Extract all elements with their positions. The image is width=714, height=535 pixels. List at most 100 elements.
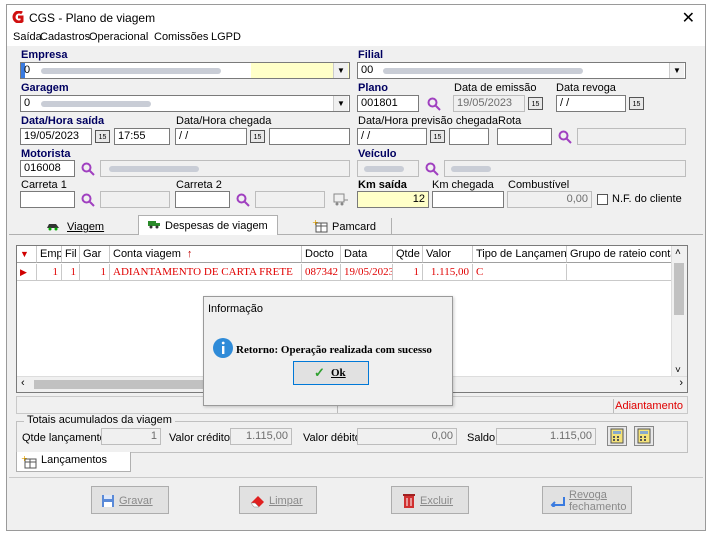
grid-indicator-header[interactable]: ▼ <box>17 246 37 263</box>
calculator-icon[interactable] <box>607 426 627 446</box>
trailer-icon[interactable] <box>333 192 349 206</box>
data-chegada-input[interactable]: / / <box>175 128 247 145</box>
tab-viagem[interactable]: Viagem <box>40 218 135 235</box>
carreta2-input[interactable] <box>175 191 230 208</box>
veiculo-desc-input <box>444 160 686 177</box>
motorista-input[interactable]: 016008 <box>20 160 75 177</box>
table-cell[interactable]: 1 <box>62 264 80 281</box>
menu-saida[interactable]: Saída <box>13 31 42 43</box>
carreta1-desc-input <box>100 191 170 208</box>
trash-icon <box>403 494 415 508</box>
chevron-down-icon[interactable]: ▼ <box>333 96 348 111</box>
filial-select[interactable]: 00 ▼ <box>357 62 686 79</box>
menu-lgpd[interactable]: LGPD <box>211 31 241 43</box>
chevron-left-icon[interactable]: ‹ <box>21 377 25 389</box>
table-cell[interactable]: C <box>473 264 567 281</box>
limpar-button[interactable]: Limpar <box>239 486 317 514</box>
grid-header-data[interactable]: Data <box>341 246 393 263</box>
grid-header-emp[interactable]: Emp <box>37 246 62 263</box>
km-saida-input[interactable]: 12 <box>357 191 429 208</box>
excluir-button[interactable]: Excluir <box>391 486 469 514</box>
filial-redacted <box>383 68 583 74</box>
calendar-icon[interactable]: 15 <box>430 130 445 143</box>
combustivel-input: 0,00 <box>507 191 592 208</box>
status-divider <box>613 399 614 413</box>
grid-header-gar[interactable]: Gar <box>80 246 110 263</box>
tab-lancamentos[interactable]: + Lançamentos <box>16 452 131 472</box>
calculator-icon[interactable] <box>634 426 654 446</box>
menu-comissoes[interactable]: Comissões <box>154 31 208 43</box>
garagem-label: Garagem <box>21 82 69 94</box>
data-prev-chegada-input[interactable]: / / <box>357 128 427 145</box>
calculator-glyph-icon <box>637 428 651 444</box>
data-prev-chegada-label: Data/Hora previsão chegada <box>358 115 499 127</box>
table-cell[interactable]: 1 <box>393 264 423 281</box>
revoga-fechamento-button[interactable]: Revoga fechamento <box>542 486 632 514</box>
garagem-redacted <box>41 101 151 107</box>
save-icon <box>102 495 114 507</box>
veiculo-input[interactable] <box>357 160 419 177</box>
search-icon[interactable] <box>427 97 441 111</box>
km-chegada-input[interactable] <box>432 191 504 208</box>
search-icon[interactable] <box>81 162 95 176</box>
table-cell[interactable] <box>567 264 673 281</box>
menu-operacional[interactable]: Operacional <box>89 31 148 43</box>
menu-bar: Saída Cadastros Operacional Comissões LG… <box>7 30 705 46</box>
table-cell[interactable]: 1 <box>80 264 110 281</box>
chevron-up-icon[interactable]: ˄ <box>675 247 681 258</box>
table-cell[interactable]: 19/05/2023 <box>341 264 393 281</box>
table-cell[interactable]: ADIANTAMENTO DE CARTA FRETE <box>110 264 302 281</box>
table-cell[interactable]: 1 <box>37 264 62 281</box>
chevron-right-icon[interactable]: › <box>679 377 683 389</box>
table-cell[interactable]: 1.115,00 <box>423 264 473 281</box>
grid-header-tipo[interactable]: Tipo de Lançamento <box>473 246 567 263</box>
motorista-nome-input <box>100 160 350 177</box>
data-chegada-label: Data/Hora chegada <box>176 115 272 127</box>
nf-cliente-checkbox[interactable] <box>597 194 608 205</box>
truck-money-icon <box>148 221 160 229</box>
vertical-scrollbar[interactable]: ˄ ˅ <box>671 246 687 376</box>
calendar-icon[interactable]: 15 <box>528 97 543 110</box>
qtde-lancamento-label: Qtde lançamento <box>22 432 106 444</box>
hora-chegada-input[interactable] <box>269 128 350 145</box>
grid-header-grupo[interactable]: Grupo de rateio contábil <box>567 246 673 263</box>
grid-header-fil[interactable]: Fil <box>62 246 80 263</box>
table-cell[interactable]: 087342 <box>302 264 341 281</box>
grid-header-docto[interactable]: Docto <box>302 246 341 263</box>
grid-header-valor[interactable]: Valor <box>423 246 473 263</box>
carreta1-label: Carreta 1 <box>21 179 67 191</box>
calendar-icon[interactable]: 15 <box>250 130 265 143</box>
search-icon[interactable] <box>558 130 572 144</box>
hora-prev-chegada-input[interactable] <box>449 128 489 145</box>
close-icon[interactable]: ✕ <box>682 8 695 28</box>
search-icon[interactable] <box>236 193 250 207</box>
search-icon[interactable] <box>81 193 95 207</box>
calendar-icon[interactable]: 15 <box>95 130 110 143</box>
table-add-icon: + <box>21 455 37 469</box>
chevron-down-icon[interactable]: ˅ <box>675 365 681 376</box>
calendar-icon[interactable]: 15 <box>629 97 644 110</box>
tab-pamcard[interactable]: + Pamcard <box>282 218 392 235</box>
carreta1-input[interactable] <box>20 191 75 208</box>
search-icon[interactable] <box>425 162 439 176</box>
totals-legend: Totais acumulados da viagem <box>24 414 175 426</box>
grid-header-qtde[interactable]: Qtde <box>393 246 423 263</box>
rota-input[interactable] <box>497 128 552 145</box>
data-saida-input[interactable]: 19/05/2023 <box>20 128 92 145</box>
chevron-down-icon[interactable]: ▼ <box>333 63 348 78</box>
chevron-down-icon[interactable]: ▼ <box>669 63 684 78</box>
menu-cadastros[interactable]: Cadastros <box>40 31 90 43</box>
data-revoga-input[interactable]: / / <box>556 95 626 112</box>
combustivel-label: Combustível <box>508 179 570 191</box>
scroll-thumb[interactable] <box>674 263 684 315</box>
row-indicator[interactable]: ▶ <box>17 264 37 281</box>
plano-input[interactable]: 001801 <box>357 95 419 112</box>
km-chegada-label: Km chegada <box>432 179 494 191</box>
hora-saida-input[interactable]: 17:55 <box>114 128 170 145</box>
grid-header-conta[interactable]: Conta viagem ↑ <box>110 246 302 263</box>
empresa-select[interactable]: 0 ▼ <box>20 62 350 79</box>
garagem-select[interactable]: 0 ▼ <box>20 95 350 112</box>
tab-despesas[interactable]: Despesas de viagem <box>138 215 278 236</box>
ok-button[interactable]: ✓ Ok <box>293 361 369 385</box>
gravar-button[interactable]: Gravar <box>91 486 169 514</box>
